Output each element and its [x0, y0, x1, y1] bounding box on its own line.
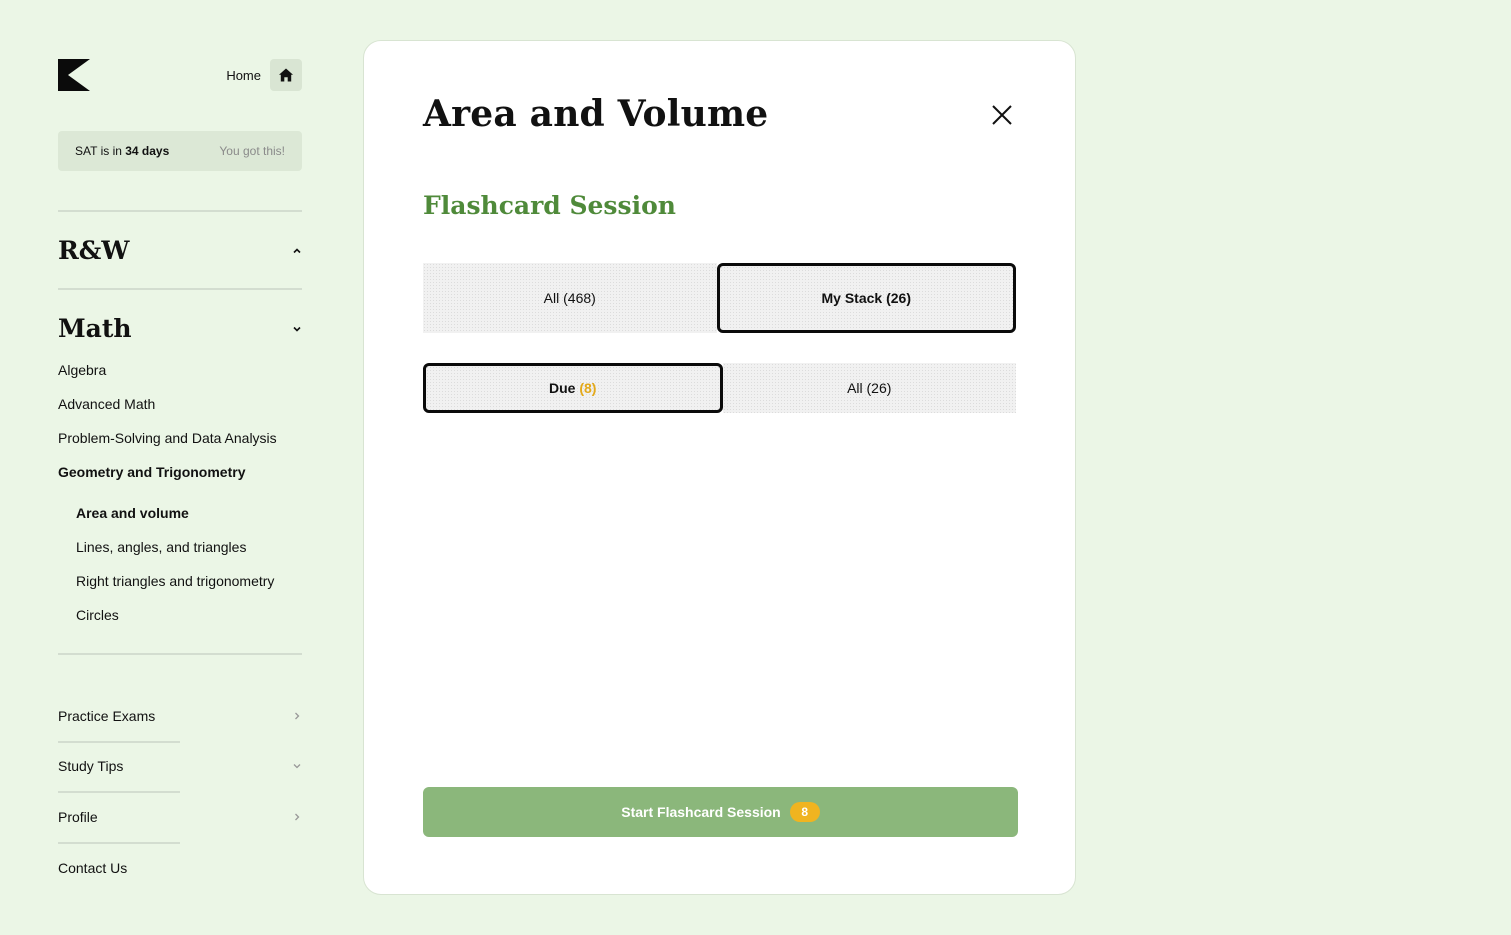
exam-countdown: SAT is in 34 days You got this! [58, 131, 302, 171]
divider [58, 791, 180, 793]
chevron-down-icon [293, 764, 301, 769]
filter-option-due[interactable]: Due (8) [423, 363, 723, 413]
divider [58, 288, 302, 290]
nav-study-tips-label: Study Tips [58, 758, 124, 774]
countdown-prefix: SAT is in [75, 144, 122, 158]
nav-practice-exams[interactable]: Practice Exams [58, 708, 302, 724]
source-option-all[interactable]: All (468) [423, 263, 717, 333]
chevron-up-icon [293, 247, 301, 253]
subnav-item-lines-angles[interactable]: Lines, angles, and triangles [76, 539, 246, 555]
subnav-item-circles[interactable]: Circles [76, 607, 119, 623]
divider [58, 842, 180, 844]
nav-study-tips[interactable]: Study Tips [58, 758, 302, 774]
divider [58, 653, 302, 655]
divider [58, 210, 302, 212]
start-session-label: Start Flashcard Session [621, 804, 781, 820]
chevron-down-icon [293, 326, 301, 332]
filter-option-all[interactable]: All (26) [722, 363, 1016, 413]
panel-title: Area and Volume [423, 93, 769, 135]
home-icon [279, 68, 293, 82]
section-rw-title: R&W [58, 236, 130, 265]
filter-due-count: (8) [579, 380, 597, 396]
home-label[interactable]: Home [226, 68, 261, 83]
nav-profile[interactable]: Profile [58, 809, 302, 825]
nav-item-problem-solving[interactable]: Problem-Solving and Data Analysis [58, 430, 277, 446]
section-rw-header[interactable]: R&W [58, 236, 302, 265]
nav-contact-us[interactable]: Contact Us [58, 860, 302, 876]
filter-toggle: Due (8) All (26) [423, 363, 1016, 413]
home-button[interactable] [270, 59, 302, 91]
nav-profile-label: Profile [58, 809, 98, 825]
nav-item-advanced-math[interactable]: Advanced Math [58, 396, 155, 412]
close-icon[interactable] [990, 103, 1014, 127]
divider [58, 741, 180, 743]
subnav-item-right-triangles[interactable]: Right triangles and trigonometry [76, 573, 274, 589]
chevron-right-icon [295, 712, 300, 720]
filter-due-label: Due [549, 380, 576, 396]
subnav-item-area-volume[interactable]: Area and volume [76, 505, 189, 521]
sidebar: Home SAT is in 34 days You got this! R&W… [58, 0, 302, 935]
session-title: Flashcard Session [423, 191, 676, 220]
source-option-my-stack[interactable]: My Stack (26) [716, 263, 1016, 333]
source-toggle: All (468) My Stack (26) [423, 263, 1016, 333]
section-math-title: Math [58, 314, 132, 343]
start-session-button[interactable]: Start Flashcard Session 8 [423, 787, 1018, 837]
nav-item-geometry[interactable]: Geometry and Trigonometry [58, 464, 245, 480]
chevron-right-icon [295, 813, 300, 821]
nav-item-algebra[interactable]: Algebra [58, 362, 106, 378]
home-nav: Home [226, 59, 302, 91]
nav-contact-us-label: Contact Us [58, 860, 128, 876]
brand-logo[interactable] [58, 59, 90, 91]
countdown-days: 34 days [125, 144, 170, 158]
nav-practice-exams-label: Practice Exams [58, 708, 156, 724]
flashcard-panel: Area and Volume Flashcard Session All (4… [363, 40, 1076, 895]
countdown-text: SAT is in 34 days [75, 144, 169, 158]
section-math-header[interactable]: Math [58, 314, 302, 343]
countdown-cheer: You got this! [219, 144, 285, 158]
start-session-count-badge: 8 [789, 802, 820, 822]
